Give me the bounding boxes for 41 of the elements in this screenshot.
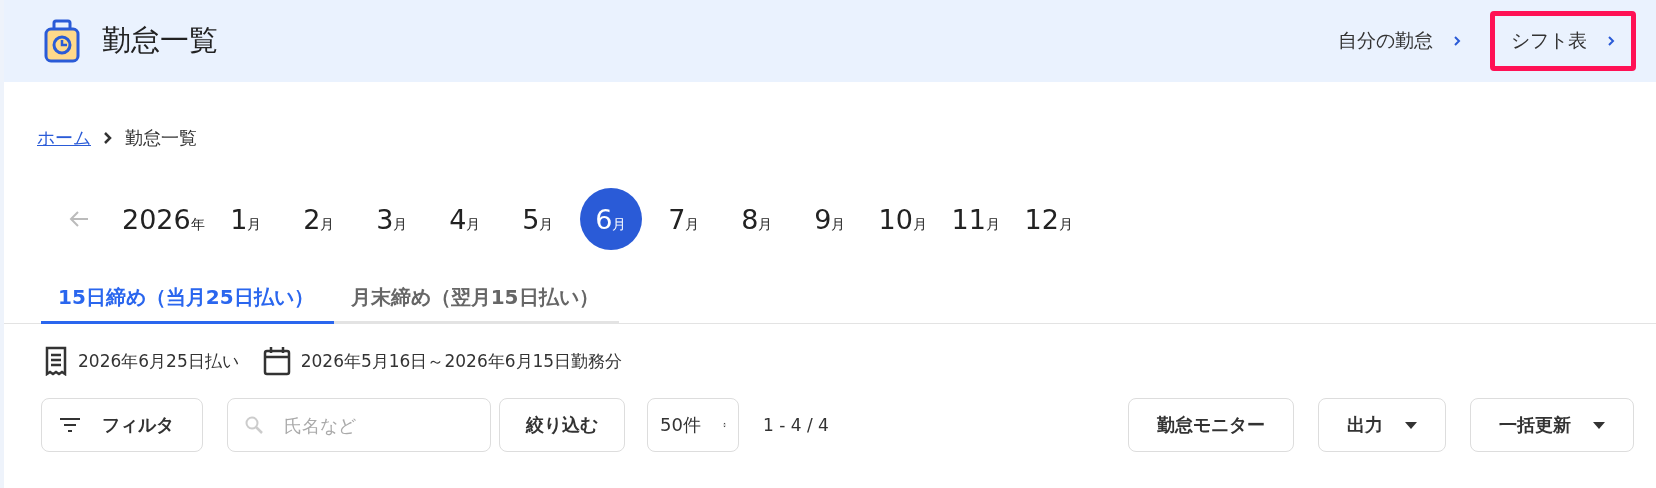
nav-link[interactable]: 自分の勤怠 [1317,11,1482,71]
month-tab[interactable]: 11 月 [944,188,1007,250]
result-count: 1 - 4 / 4 [763,415,829,435]
month-tab[interactable]: 1 月 [214,188,277,250]
month-tab[interactable]: 9月 [798,188,861,250]
caret-down-icon [1593,421,1605,429]
calendar-icon [262,346,291,376]
month-tab[interactable]: 2 月 [287,188,350,250]
chevron-right-icon [1607,35,1615,47]
month-tab[interactable]: 6月 [579,188,642,250]
receipt-icon [44,346,68,376]
action-button[interactable]: 勤怠モニター [1128,398,1294,452]
apply-button[interactable]: 絞り込む [499,398,625,452]
page-size-select[interactable]: 50件 [647,398,739,452]
closing-tab[interactable]: 月末締め（翌月15日払い） [333,276,619,324]
year-label: 2026年 [122,203,205,235]
action-button[interactable]: 出力 [1318,398,1446,452]
nav-link[interactable]: シフト表 [1490,11,1636,71]
arrow-left-icon[interactable] [68,210,90,228]
month-tab[interactable]: 3月 [360,188,423,250]
clock-bag-icon [44,19,80,63]
home-link[interactable]: ホーム [37,126,91,150]
chevron-right-icon [103,131,113,145]
caret-down-icon [1405,421,1417,429]
period-text: 2026年5月16日～2026年6月15日勤務分 [300,349,623,373]
month-tab[interactable]: 5 月 [506,188,569,250]
chevron-right-icon [1453,35,1461,47]
month-tab[interactable]: 7 月 [652,188,715,250]
search-field[interactable]: 氏名など [227,398,491,452]
filter-icon [60,418,80,432]
month-tab[interactable]: 4月 [433,188,496,250]
page-title: 勤怠一覧 [102,22,218,59]
payday-text: 2026年6月25日払い [78,349,239,373]
breadcrumb-current: 勤怠一覧 [125,126,197,150]
month-tab[interactable]: 8月 [725,188,788,250]
month-tab[interactable]: 10 月 [871,188,934,250]
action-button[interactable]: 一括更新 [1470,398,1634,452]
closing-tab[interactable]: 15日締め（当月25日払い） [41,276,334,324]
search-icon [245,416,263,434]
month-tab[interactable]: 12 月 [1017,188,1080,250]
filter-button[interactable]: フィルタ [41,398,203,452]
